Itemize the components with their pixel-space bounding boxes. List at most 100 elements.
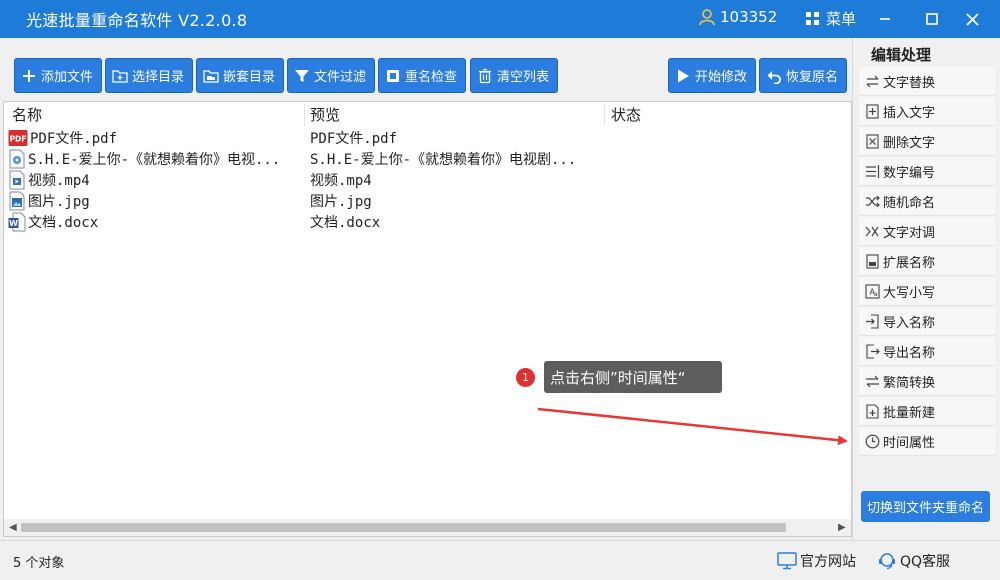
word-doc-icon: W xyxy=(8,212,26,232)
panel-item-delete-text[interactable]: 删除文字 xyxy=(859,127,995,156)
column-header-status[interactable]: 状态 xyxy=(611,104,641,126)
file-name-cell: 视频.mp4 xyxy=(8,170,90,190)
convert-icon xyxy=(866,375,879,387)
swap-icon xyxy=(865,226,879,236)
panel-item-insert-text[interactable]: 插入文字 xyxy=(859,97,995,126)
filter-icon xyxy=(295,69,309,82)
panel-item-label: 插入文字 xyxy=(883,105,936,121)
file-preview: 图片.jpg xyxy=(310,194,372,210)
file-preview: S.H.E-爱上你-《就想赖着你》电视剧... xyxy=(310,152,577,168)
table-row[interactable]: 图片.jpg 图片.jpg xyxy=(8,191,848,212)
column-divider[interactable] xyxy=(604,104,605,126)
nested-directory-button[interactable]: 嵌套目录 xyxy=(196,58,285,93)
panel-item-label: 数字编号 xyxy=(883,165,936,181)
panel-item-label: 导出名称 xyxy=(883,345,936,361)
table-row[interactable]: S.H.E-爱上你-《就想赖着你》电视... S.H.E-爱上你-《就想赖着你》… xyxy=(8,149,848,170)
edit-panel: 编辑处理 文字替换 插入文字 删除文字 数字编号 随机命名 文字对调 扩展名称 … xyxy=(852,38,1000,540)
grid-icon xyxy=(806,11,819,25)
menu-button[interactable]: 菜单 xyxy=(806,8,856,29)
panel-item-label: 扩展名称 xyxy=(883,255,936,271)
panel-item-extension[interactable]: 扩展名称 xyxy=(859,247,995,276)
panel-item-batch-new[interactable]: 批量新建 xyxy=(859,397,995,426)
import-icon xyxy=(866,313,879,329)
file-name-cell: W 文档.docx xyxy=(8,212,98,232)
file-list[interactable]: 名称 预览 状态 PDF PDF文件.pdf PDF文件.pdf S.H.E-爱… xyxy=(3,101,852,537)
table-row[interactable]: W 文档.docx 文档.docx xyxy=(8,212,848,233)
scroll-left-icon[interactable]: ◀ xyxy=(9,522,17,533)
user-account[interactable]: 103352 xyxy=(698,8,777,26)
panel-item-label: 时间属性 xyxy=(883,435,936,451)
file-name-cell: S.H.E-爱上你-《就想赖着你》电视... xyxy=(8,149,280,169)
horizontal-scrollbar[interactable]: ◀ ▶ xyxy=(4,519,851,536)
panel-item-label: 删除文字 xyxy=(883,135,936,151)
official-website-link[interactable]: 官方网站 xyxy=(777,551,856,571)
folder-nested-icon xyxy=(203,69,219,83)
start-modify-button[interactable]: 开始修改 xyxy=(668,58,757,93)
headset-icon xyxy=(879,553,895,570)
svg-text:W: W xyxy=(9,219,18,228)
panel-item-random-name[interactable]: 随机命名 xyxy=(859,187,995,216)
video-file-icon xyxy=(9,170,25,190)
file-name: 图片.jpg xyxy=(28,194,90,210)
restore-name-label: 恢复原名 xyxy=(786,70,839,85)
column-divider[interactable] xyxy=(304,104,305,126)
maximize-button[interactable] xyxy=(917,4,947,34)
panel-item-label: 批量新建 xyxy=(883,405,936,421)
replace-icon xyxy=(866,75,879,87)
file-name: PDF文件.pdf xyxy=(30,131,118,147)
nested-directory-label: 嵌套目录 xyxy=(223,70,276,85)
add-file-button[interactable]: 添加文件 xyxy=(14,58,103,93)
panel-item-numbering[interactable]: 数字编号 xyxy=(859,157,995,186)
object-count: 5 个对象 xyxy=(13,556,65,571)
plus-icon xyxy=(23,69,35,82)
file-name: S.H.E-爱上你-《就想赖着你》电视... xyxy=(28,152,281,168)
file-name-cell: PDF PDF文件.pdf xyxy=(8,128,117,148)
panel-item-export-names[interactable]: 导出名称 xyxy=(859,337,995,366)
select-directory-button[interactable]: 选择目录 xyxy=(105,58,194,93)
start-modify-label: 开始修改 xyxy=(695,70,748,85)
column-header-preview[interactable]: 预览 xyxy=(310,104,340,126)
panel-item-traditional-simplified[interactable]: 繁简转换 xyxy=(859,367,995,396)
status-bar: 5 个对象 官方网站 QQ客服 xyxy=(0,540,1000,580)
audio-file-icon xyxy=(9,149,25,169)
toolbar: 添加文件 选择目录 嵌套目录 文件过滤 重名检查 清空列表 开始修改 恢复原名 xyxy=(0,38,852,100)
undo-icon xyxy=(767,70,781,84)
qq-support-link[interactable]: QQ客服 xyxy=(877,551,950,571)
play-icon xyxy=(678,69,689,82)
table-row[interactable]: PDF PDF文件.pdf PDF文件.pdf xyxy=(8,128,848,149)
scroll-right-icon[interactable]: ▶ xyxy=(838,522,846,533)
user-id: 103352 xyxy=(720,8,778,26)
image-file-icon xyxy=(9,191,25,211)
panel-item-label: 大写小写 xyxy=(883,285,936,301)
user-icon xyxy=(699,9,715,26)
add-file-label: 添加文件 xyxy=(41,70,94,85)
panel-item-label: 随机命名 xyxy=(883,195,936,211)
minimize-button[interactable] xyxy=(870,4,900,34)
file-filter-button[interactable]: 文件过滤 xyxy=(287,58,376,93)
panel-item-text-replace[interactable]: 文字替换 xyxy=(859,67,995,96)
restore-name-button[interactable]: 恢复原名 xyxy=(759,58,848,93)
clear-list-button[interactable]: 清空列表 xyxy=(470,58,559,93)
file-name-cell: 图片.jpg xyxy=(8,191,90,211)
panel-item-case[interactable]: Aa 大写小写 xyxy=(859,277,995,306)
column-header-name[interactable]: 名称 xyxy=(12,104,42,126)
duplicate-check-icon xyxy=(387,69,399,82)
close-icon xyxy=(965,12,979,26)
close-button[interactable] xyxy=(957,4,987,34)
panel-item-text-swap[interactable]: 文字对调 xyxy=(859,217,995,246)
official-website-label: 官方网站 xyxy=(800,554,856,570)
qq-support-label: QQ客服 xyxy=(900,554,951,570)
maximize-icon xyxy=(926,13,938,25)
scrollbar-thumb[interactable] xyxy=(21,523,786,532)
file-name: 文档.docx xyxy=(28,215,99,231)
step-badge: 1 xyxy=(516,368,535,387)
table-row[interactable]: 视频.mp4 视频.mp4 xyxy=(8,170,848,191)
switch-to-folder-rename-button[interactable]: 切换到文件夹重命名 xyxy=(861,491,990,522)
panel-title: 编辑处理 xyxy=(871,46,932,64)
panel-item-time-attributes[interactable]: 时间属性 xyxy=(859,427,995,456)
panel-item-import-names[interactable]: 导入名称 xyxy=(859,307,995,336)
monitor-icon xyxy=(777,552,797,570)
duplicate-check-button[interactable]: 重名检查 xyxy=(378,58,467,93)
panel-item-label: 文字对调 xyxy=(883,225,936,241)
extension-icon xyxy=(866,253,879,269)
